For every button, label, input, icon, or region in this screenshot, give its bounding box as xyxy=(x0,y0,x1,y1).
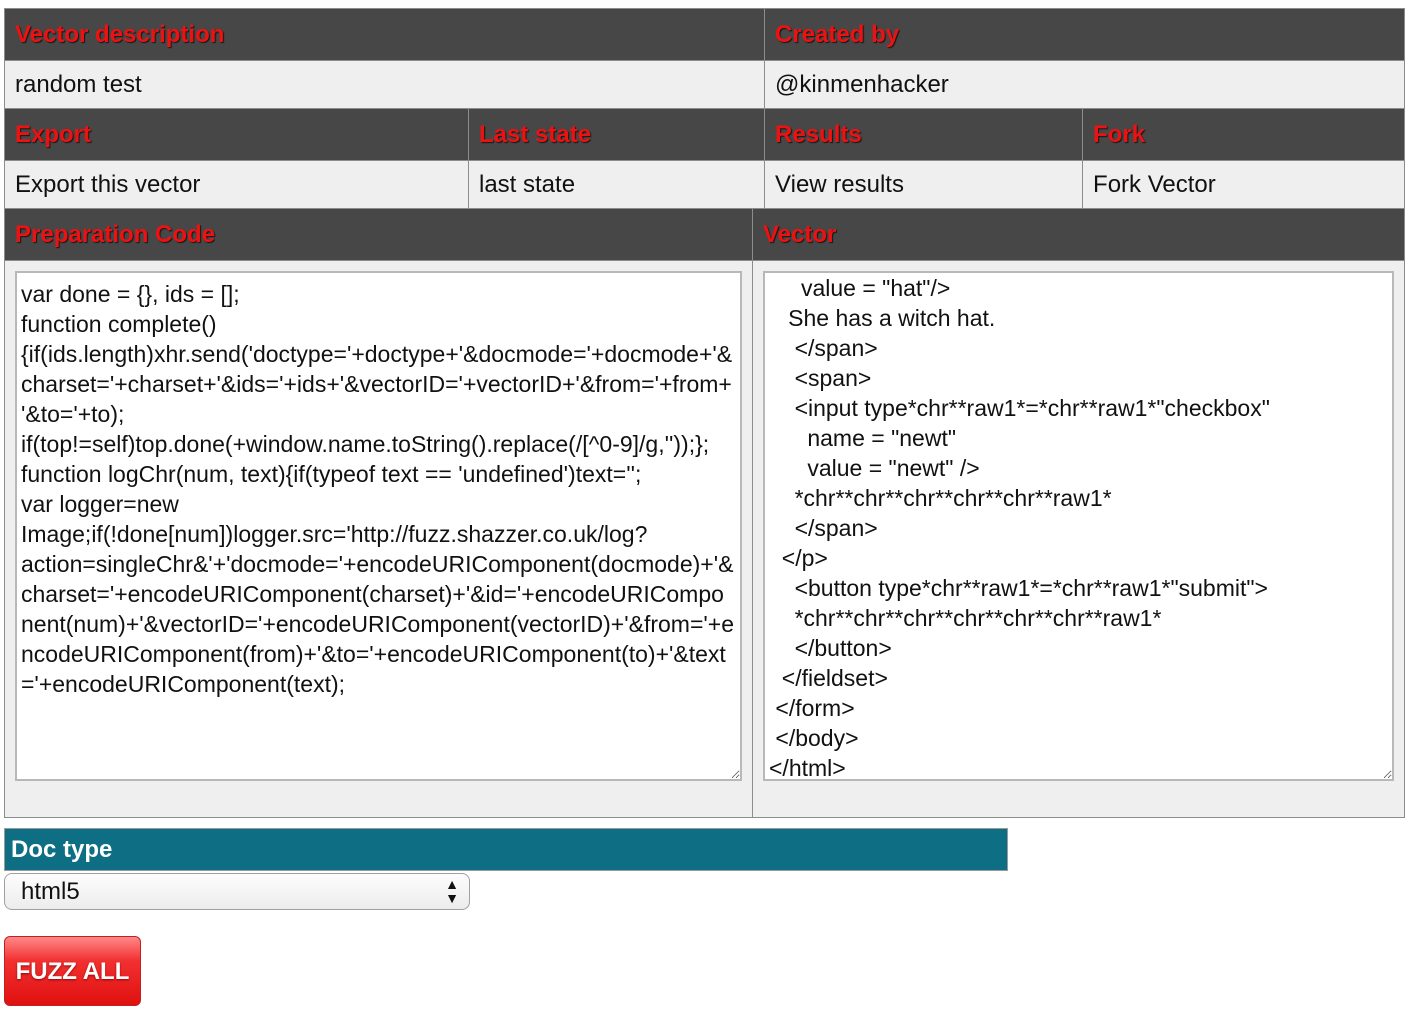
select-arrows-icon: ▲ ▼ xyxy=(445,876,459,906)
vector-info-table: Vector description Created by random tes… xyxy=(3,8,1406,818)
export-header: Export xyxy=(4,108,469,161)
preparation-code-header: Preparation Code xyxy=(4,208,753,261)
doctype-selected-value: html5 xyxy=(21,878,80,905)
preparation-code-cell: var done = {}, ids = []; function comple… xyxy=(4,260,753,818)
fork-header: Fork xyxy=(1082,108,1406,161)
vector-description-header: Vector description xyxy=(3,8,766,61)
created-by-value: @kinmenhacker xyxy=(764,60,1406,109)
vector-code-cell: value = "hat"/> She has a witch hat. </s… xyxy=(751,260,1406,818)
view-results-link[interactable]: View results xyxy=(764,160,1084,209)
vector-code-textarea[interactable]: value = "hat"/> She has a witch hat. </s… xyxy=(763,271,1395,781)
vector-description-value: random test xyxy=(3,60,766,109)
results-header: Results xyxy=(764,108,1084,161)
fork-vector-link[interactable]: Fork Vector xyxy=(1082,160,1406,209)
doctype-label: Doc type xyxy=(4,828,1008,871)
last-state-header: Last state xyxy=(467,108,766,161)
last-state-link[interactable]: last state xyxy=(467,160,766,209)
preparation-code-textarea[interactable]: var done = {}, ids = []; function comple… xyxy=(15,271,742,781)
doctype-select[interactable]: html5 ▲ ▼ xyxy=(4,873,470,910)
fuzz-all-button[interactable]: FUZZ ALL xyxy=(4,936,141,1006)
created-by-header: Created by xyxy=(764,8,1406,61)
vector-header: Vector xyxy=(751,208,1406,261)
export-vector-link[interactable]: Export this vector xyxy=(4,160,469,209)
